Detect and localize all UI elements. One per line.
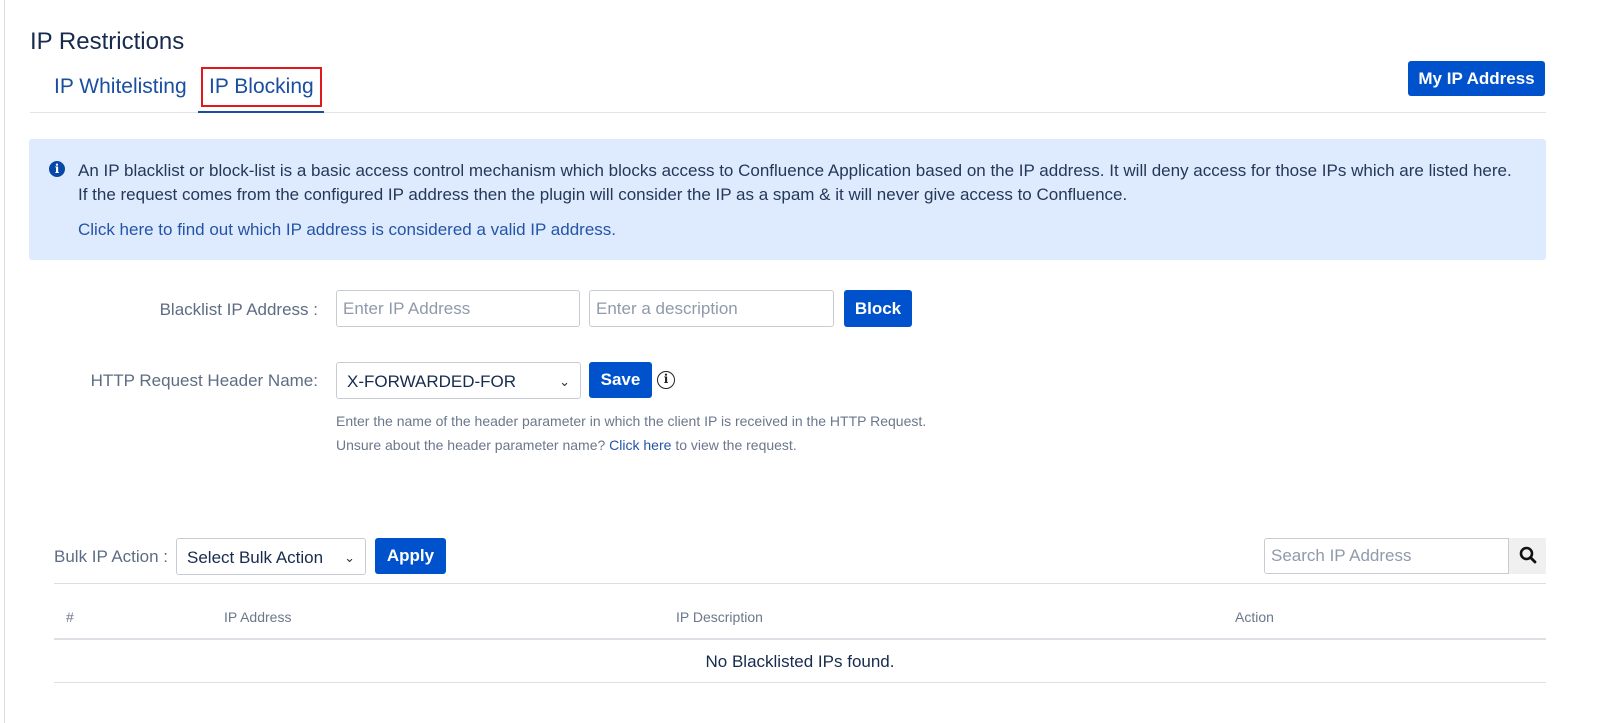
left-border (4, 0, 5, 723)
column-header-action: Action (1235, 609, 1274, 625)
column-header-number: # (66, 609, 74, 625)
tab-ip-blocking[interactable]: IP Blocking (198, 66, 324, 113)
info-text-line-2: If the request comes from the configured… (78, 185, 1128, 204)
bulk-action-label: Bulk IP Action : (54, 547, 169, 566)
search-button[interactable] (1509, 538, 1546, 574)
save-button[interactable]: Save (589, 362, 652, 398)
blacklist-ip-label: Blacklist IP Address : (159, 300, 318, 319)
page-title: IP Restrictions (30, 28, 185, 55)
table-header-divider (54, 638, 1546, 640)
bulk-action-selected: Select Bulk Action (187, 548, 324, 567)
info-text: An IP blacklist or block-list is a basic… (78, 159, 1528, 207)
header-hint-suffix: to view the request. (675, 437, 797, 453)
header-hint-2: Unsure about the header parameter name? … (336, 437, 797, 453)
search-ip-input[interactable] (1264, 538, 1509, 574)
header-name-select[interactable]: X-FORWARDED-FOR ⌄ (336, 362, 581, 399)
view-request-link[interactable]: Click here (609, 437, 671, 453)
valid-ip-info-link[interactable]: Click here to find out which IP address … (78, 220, 616, 240)
column-header-ip-address: IP Address (224, 609, 292, 625)
chevron-down-icon: ⌄ (559, 374, 570, 389)
bulk-action-select[interactable]: Select Bulk Action ⌄ (176, 538, 366, 575)
search-icon (1519, 546, 1536, 563)
header-hint-prefix: Unsure about the header parameter name? (336, 437, 606, 453)
ip-address-input[interactable] (336, 290, 580, 327)
header-hint: Enter the name of the header parameter i… (336, 413, 927, 429)
my-ip-address-button[interactable]: My IP Address (1408, 61, 1545, 96)
tab-ip-whitelisting[interactable]: IP Whitelisting (44, 66, 197, 113)
tab-bar: IP Whitelisting IP Blocking (30, 66, 1546, 113)
info-message: i An IP blacklist or block-list is a bas… (29, 139, 1546, 260)
column-header-ip-description: IP Description (676, 609, 763, 625)
description-input[interactable] (589, 290, 834, 327)
info-circle-icon[interactable]: i (657, 371, 675, 389)
block-button[interactable]: Block (844, 290, 912, 327)
table-bottom-divider (54, 682, 1546, 683)
chevron-down-icon: ⌄ (344, 550, 355, 565)
info-icon: i (49, 161, 65, 177)
tab-ip-blocking-label: IP Blocking (201, 67, 322, 107)
http-header-label: HTTP Request Header Name: (90, 371, 318, 390)
header-name-selected: X-FORWARDED-FOR (347, 372, 517, 391)
info-text-line-1: An IP blacklist or block-list is a basic… (78, 161, 1512, 180)
apply-button[interactable]: Apply (375, 538, 446, 574)
table-top-divider (54, 583, 1546, 584)
empty-table-message: No Blacklisted IPs found. (705, 652, 895, 671)
